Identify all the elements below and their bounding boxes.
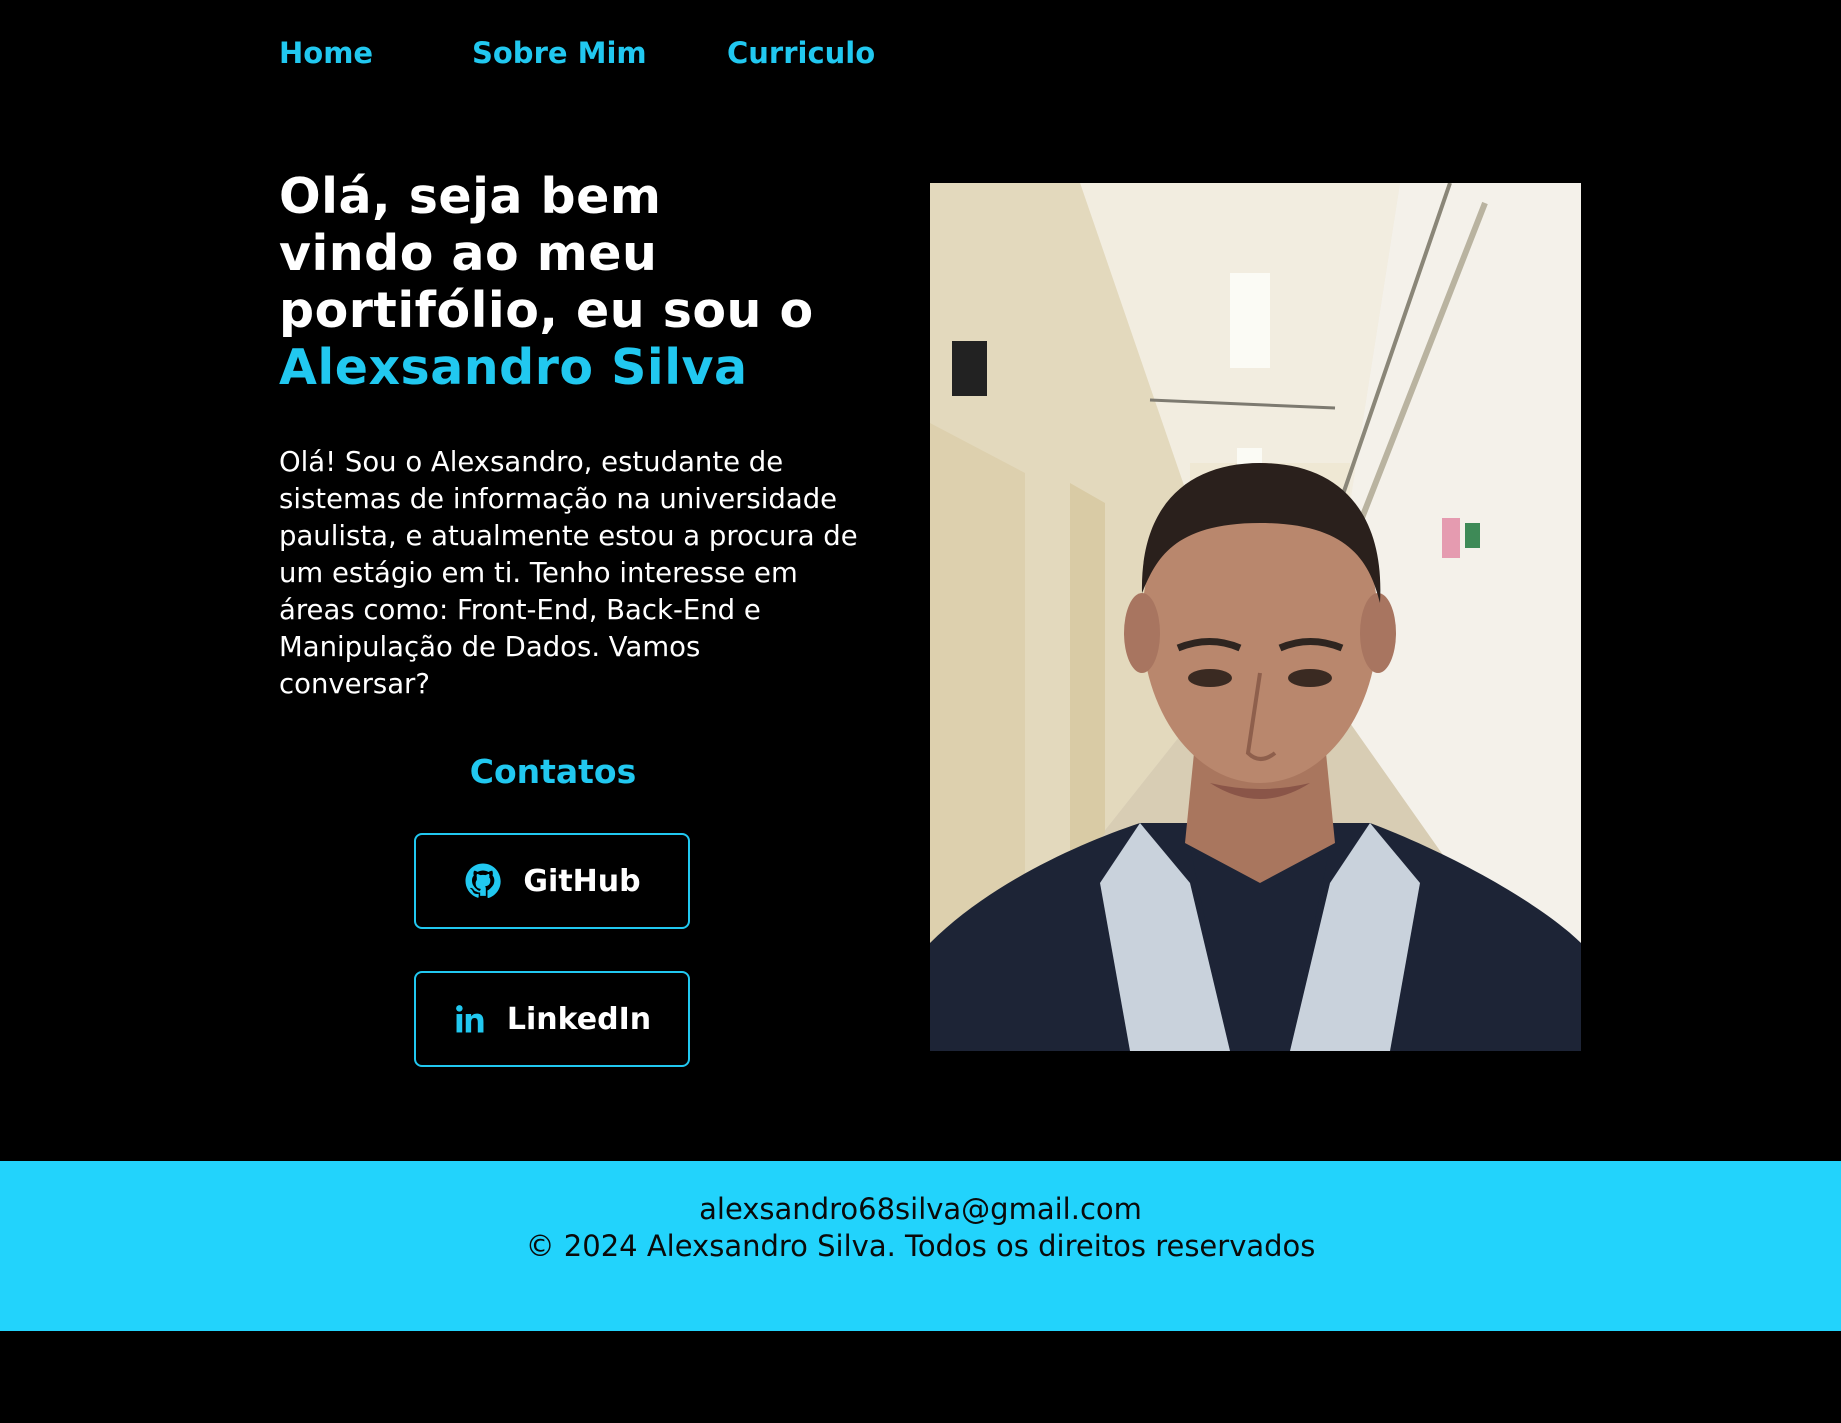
nav-sobre-mim-link[interactable]: Sobre Mim xyxy=(472,36,727,70)
bio-paragraph: Olá! Sou o Alexsandro, estudante de sist… xyxy=(279,446,858,700)
footer-email: alexsandro68silva@gmail.com xyxy=(699,1192,1142,1226)
nav-home-link[interactable]: Home xyxy=(279,36,472,70)
linkedin-button-label: LinkedIn xyxy=(506,1001,652,1037)
github-icon xyxy=(463,861,503,901)
hero-name: Alexsandro Silva xyxy=(279,339,748,396)
linkedin-icon xyxy=(453,1002,487,1036)
hero-title: Olá, seja bem vindo ao meu portifólio, e… xyxy=(279,168,879,396)
portfolio-page: Home Sobre Mim Curriculo Olá, seja bem v… xyxy=(0,0,1841,1423)
contacts-heading: Contatos xyxy=(469,752,637,791)
footer-copyright: © 2024 Alexsandro Silva. Todos os direit… xyxy=(525,1229,1316,1263)
hero-title-line-1: Olá, seja bem xyxy=(279,168,662,225)
github-button-label: GitHub xyxy=(523,863,641,899)
main-nav: Home Sobre Mim Curriculo xyxy=(279,36,875,70)
hero-title-line-3: portifólio, eu sou o xyxy=(279,282,814,339)
footer: alexsandro68silva@gmail.com © 2024 Alexs… xyxy=(0,1161,1841,1331)
linkedin-button[interactable]: LinkedIn xyxy=(414,971,690,1067)
hero-title-line-2: vindo ao meu xyxy=(279,225,658,282)
profile-photo xyxy=(930,183,1581,1051)
github-button[interactable]: GitHub xyxy=(414,833,690,929)
nav-curriculo-link[interactable]: Curriculo xyxy=(727,36,875,70)
